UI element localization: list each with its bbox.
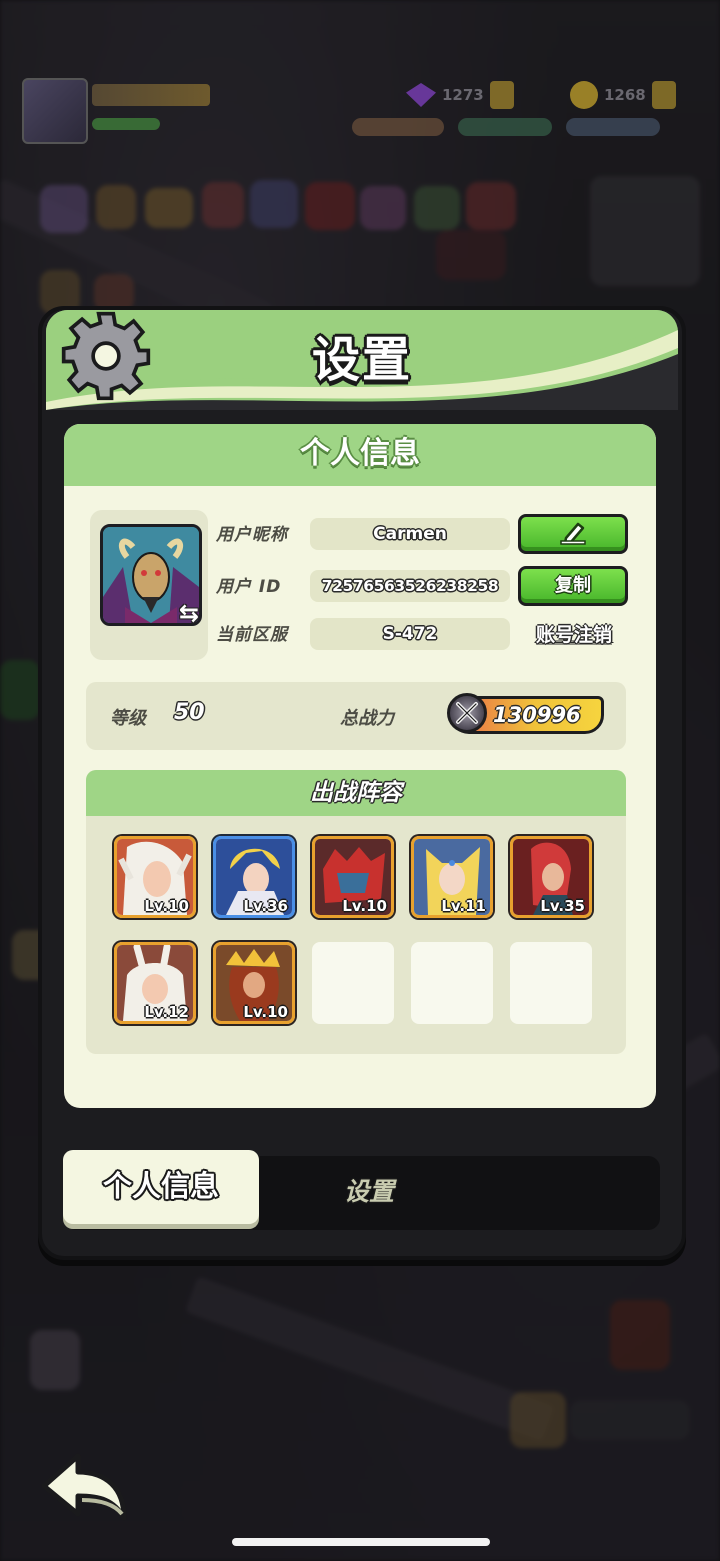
server-label: 当前区服 xyxy=(216,625,288,645)
empty-hero-slot[interactable] xyxy=(312,942,394,1024)
server-field: S-472 xyxy=(310,618,510,650)
hero-slot[interactable]: Lv.35 xyxy=(510,836,592,918)
hero-slot[interactable]: Lv.12 xyxy=(114,942,196,1024)
lineup-heading: 出战阵容 xyxy=(86,770,626,816)
buff-badge xyxy=(458,118,552,136)
gear-icon xyxy=(61,311,151,401)
hero-level: Lv.12 xyxy=(144,1003,189,1021)
edit-nickname-button[interactable] xyxy=(518,514,628,554)
nickname-field: Carmen xyxy=(310,518,510,550)
empty-hero-slot[interactable] xyxy=(411,942,493,1024)
empty-hero-slot[interactable] xyxy=(510,942,592,1024)
hud-exp-bar xyxy=(92,118,160,130)
hero-level: Lv.36 xyxy=(243,897,288,915)
coin-icon xyxy=(570,81,598,109)
power-value: 130996 xyxy=(493,703,581,727)
power-label: 总战力 xyxy=(340,708,394,729)
hud-gem-count: 1273 xyxy=(442,86,484,104)
hero-level: Lv.35 xyxy=(540,897,585,915)
hero-slot[interactable]: Lv.10 xyxy=(312,836,394,918)
home-indicator[interactable] xyxy=(232,1538,490,1546)
buff-badge xyxy=(352,118,444,136)
hud-coin-count: 1268 xyxy=(604,86,646,104)
power-badge: 130996 xyxy=(447,693,604,734)
hero-slot[interactable]: Lv.11 xyxy=(411,836,493,918)
level-value: 50 xyxy=(174,700,205,725)
hero-slot[interactable]: Lv.10 xyxy=(213,942,295,1024)
crossed-swords-icon xyxy=(447,693,487,733)
player-avatar-frame[interactable]: ⇆ xyxy=(90,510,208,660)
hero-level: Lv.11 xyxy=(441,897,486,915)
hud-gems: 1273 xyxy=(406,81,514,109)
hero-slot[interactable]: Lv.36 xyxy=(213,836,295,918)
add-coins-icon xyxy=(651,81,676,109)
hero-level: Lv.10 xyxy=(243,1003,288,1021)
hero-level: Lv.10 xyxy=(342,897,387,915)
hero-level: Lv.10 xyxy=(144,897,189,915)
level-label: 等级 xyxy=(110,708,146,729)
tab-personal-info[interactable]: 个人信息 xyxy=(63,1150,259,1224)
personal-info-card: 个人信息 ⇆ 用户昵称 Carmen 用户 ID 725765635262382… xyxy=(64,424,656,1108)
dialog-tab-bar: 个人信息 设置 xyxy=(63,1150,660,1230)
copy-id-button[interactable]: 复制 xyxy=(518,566,628,606)
pencil-edit-icon xyxy=(560,522,586,545)
hud-name-bar xyxy=(92,84,210,106)
hud-player-avatar xyxy=(22,78,88,144)
account-cancel-link[interactable]: 账号注销 xyxy=(524,620,624,647)
buff-badge xyxy=(566,118,660,136)
stats-bar: 等级 50 总战力 130996 xyxy=(86,682,626,750)
tab-settings[interactable]: 设置 xyxy=(304,1156,434,1226)
gem-icon xyxy=(406,83,436,107)
personal-info-heading: 个人信息 xyxy=(64,424,656,486)
user-id-field: 72576563526238258 xyxy=(310,570,510,602)
add-gems-icon xyxy=(489,81,514,109)
hero-slot[interactable]: Lv.10 xyxy=(114,836,196,918)
back-arrow-icon[interactable] xyxy=(38,1452,130,1522)
swap-arrows-icon[interactable]: ⇆ xyxy=(174,600,204,626)
hud-coins: 1268 xyxy=(570,81,676,109)
battle-lineup: 出战阵容 Lv.10 Lv.36 Lv.10 Lv.11 Lv.35 Lv.12… xyxy=(86,770,626,1054)
settings-dialog: 设置 个人信息 ⇆ 用户昵称 Carmen 用户 ID 725765635262… xyxy=(38,306,686,1260)
nickname-label: 用户昵称 xyxy=(216,525,288,545)
user-id-label: 用户 ID xyxy=(216,577,282,597)
